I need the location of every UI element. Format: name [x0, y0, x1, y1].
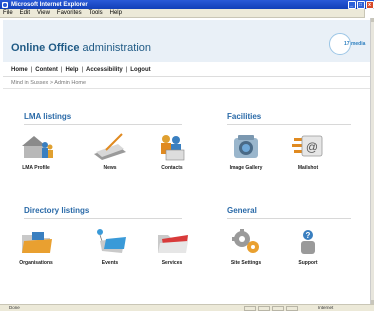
site-header: Online Office administration 17 media	[3, 20, 370, 62]
gears-icon	[228, 227, 264, 257]
divider	[3, 88, 370, 89]
close-button[interactable]: x	[365, 0, 374, 9]
menu-view[interactable]: View	[37, 10, 50, 16]
breadcrumb: Mind in Sussex > Admin Home	[11, 80, 87, 86]
windows-logo-icon	[364, 9, 374, 18]
nav-logout[interactable]: Logout	[130, 67, 150, 73]
menu-tools[interactable]: Tools	[89, 10, 103, 16]
status-segment	[272, 306, 284, 311]
section-divider	[24, 124, 182, 125]
tile-site-settings[interactable]: Site Settings	[224, 227, 268, 266]
nav-accessibility[interactable]: Accessibility	[86, 67, 123, 73]
tile-support[interactable]: ? Support	[286, 227, 330, 266]
tile-image-gallery[interactable]: Image Gallery	[224, 132, 268, 171]
nav-help[interactable]: Help	[65, 67, 78, 73]
status-bar: Done Internet	[0, 304, 374, 311]
house-people-icon	[18, 132, 54, 162]
menu-bar: File Edit View Favorites Tools Help	[0, 9, 374, 18]
status-segment	[258, 306, 270, 311]
tile-lma-profile[interactable]: LMA Profile	[14, 132, 58, 171]
media-badge[interactable]: 17 media	[329, 33, 365, 55]
site-title: Online Office administration	[11, 42, 152, 54]
svg-text:@: @	[306, 140, 318, 154]
ie-logo-icon	[2, 1, 8, 8]
menu-help[interactable]: Help	[110, 10, 122, 16]
divider	[3, 76, 370, 77]
page-viewport: Online Office administration 17 media Ho…	[3, 20, 370, 304]
status-text: Done	[9, 305, 20, 310]
section-title-general: General	[227, 206, 257, 215]
folder-red-icon	[154, 227, 190, 257]
section-title-directory: Directory listings	[24, 206, 90, 215]
menu-edit[interactable]: Edit	[20, 10, 30, 16]
nav-content[interactable]: Content	[35, 67, 58, 73]
maximize-button[interactable]: □	[356, 0, 365, 9]
window-controls: _ □ x	[347, 0, 374, 9]
vertical-scrollbar[interactable]	[370, 18, 374, 304]
tile-mailshot[interactable]: @ Mailshot	[286, 132, 330, 171]
tile-events[interactable]: Events	[88, 227, 132, 266]
top-nav: Home | Content | Help | Accessibility | Logo…	[11, 67, 151, 73]
camera-icon	[228, 132, 264, 162]
section-divider	[227, 124, 351, 125]
section-divider	[24, 218, 182, 219]
folder-pins-icon	[92, 227, 128, 257]
folder-icon	[18, 227, 54, 257]
window-titlebar: Microsoft Internet Explorer _ □ x	[0, 0, 374, 9]
section-divider	[227, 218, 351, 219]
section-title-facilities: Facilities	[227, 112, 262, 121]
pen-paper-icon	[92, 132, 128, 162]
nav-home[interactable]: Home	[11, 67, 28, 73]
window-title: Microsoft Internet Explorer	[11, 1, 88, 8]
minimize-button[interactable]: _	[347, 0, 356, 9]
section-title-lma: LMA listings	[24, 112, 72, 121]
menu-favorites[interactable]: Favorites	[57, 10, 82, 16]
svg-text:?: ?	[306, 231, 311, 240]
status-segment	[244, 306, 256, 311]
tile-services[interactable]: Services	[150, 227, 194, 266]
support-person-icon: ?	[290, 227, 326, 257]
zone-text: Internet	[318, 305, 334, 310]
tile-organisations[interactable]: Organisations	[14, 227, 58, 266]
menu-file[interactable]: File	[3, 10, 13, 16]
contacts-icon	[154, 132, 190, 162]
status-segment	[286, 306, 298, 311]
tile-news[interactable]: News	[88, 132, 132, 171]
mail-at-icon: @	[290, 132, 326, 162]
tile-contacts[interactable]: Contacts	[150, 132, 194, 171]
